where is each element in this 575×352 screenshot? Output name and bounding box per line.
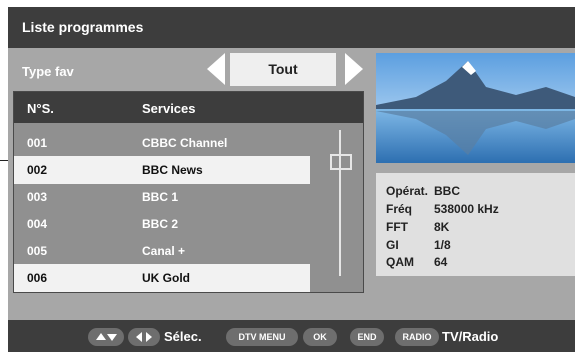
info-gi: GI 1/8: [386, 238, 451, 252]
end-button[interactable]: END: [350, 328, 384, 346]
scrollbar-thumb[interactable]: [330, 154, 352, 170]
preview-image: [376, 53, 575, 163]
fav-type-label: Type fav: [22, 64, 74, 79]
left-arrow-icon[interactable]: [207, 53, 225, 85]
tv-screen: Liste programmes Type fav Tout Opérat. BB…: [8, 7, 575, 352]
info-frequency: Fréq 538000 kHz: [386, 202, 499, 216]
radio-button[interactable]: RADIO: [395, 328, 439, 346]
scrollbar-track[interactable]: [339, 130, 341, 276]
column-header-num: N°S.: [27, 101, 54, 116]
column-header-services: Services: [142, 101, 196, 116]
dtv-menu-button[interactable]: DTV MENU: [226, 328, 298, 346]
info-fft: FFT 8K: [386, 220, 450, 234]
list-item[interactable]: 005 Canal +: [14, 237, 310, 265]
left-right-icon[interactable]: [128, 328, 160, 346]
list-item-selected[interactable]: 002 BBC News: [14, 156, 310, 184]
button-guide-bar: Sélec. DTV MENU OK END RADIO TV/Radio: [8, 320, 575, 352]
program-list: N°S. Services 001 CBBC Channel 002 BBC N…: [13, 91, 364, 293]
info-qam: QAM 64: [386, 255, 448, 269]
page-title: Liste programmes: [22, 19, 144, 35]
list-item-selected[interactable]: 006 UK Gold: [14, 264, 310, 292]
select-label: Sélec.: [164, 329, 202, 344]
list-item[interactable]: 001 CBBC Channel: [14, 129, 310, 157]
list-header: N°S. Services: [14, 92, 363, 123]
up-down-icon[interactable]: [88, 328, 124, 346]
channel-info-panel: Opérat. BBC Fréq 538000 kHz FFT 8K GI 1/8 QA…: [376, 173, 575, 276]
right-arrow-icon[interactable]: [345, 53, 363, 85]
list-item[interactable]: 003 BBC 1: [14, 183, 310, 211]
title-bar: Liste programmes: [8, 7, 575, 48]
tv-radio-label: TV/Radio: [442, 329, 499, 344]
ok-button[interactable]: OK: [303, 328, 337, 346]
list-item[interactable]: 004 BBC 2: [14, 210, 310, 238]
info-operator: Opérat. BBC: [386, 184, 460, 198]
fav-type-selector[interactable]: Tout: [230, 53, 336, 86]
